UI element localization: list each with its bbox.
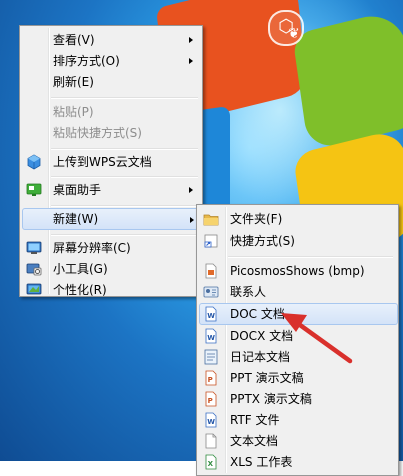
svg-text:X: X (208, 460, 214, 468)
annotation-arrow-shaft (297, 322, 353, 364)
annotation-arrow (281, 313, 353, 364)
